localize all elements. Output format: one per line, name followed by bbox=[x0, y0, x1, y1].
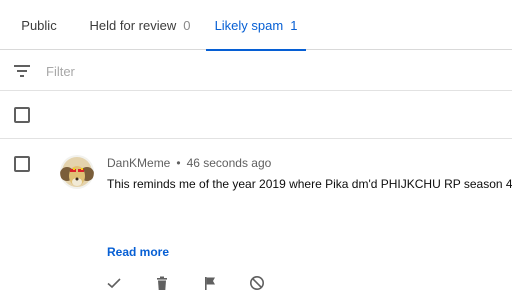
comment-time[interactable]: 46 seconds ago bbox=[187, 156, 272, 170]
flag-icon bbox=[205, 277, 215, 290]
tab-held-count: 0 bbox=[183, 17, 191, 33]
tab-held-label: Held for review bbox=[89, 17, 177, 33]
filter-bar bbox=[0, 50, 512, 91]
read-more-link[interactable]: Read more bbox=[107, 245, 169, 259]
comment-text: This reminds me of the year 2019 where P… bbox=[107, 177, 512, 191]
delete-button[interactable] bbox=[153, 274, 171, 292]
comment-checkbox[interactable] bbox=[14, 156, 30, 172]
tab-public-label: Public bbox=[21, 17, 57, 33]
select-all-checkbox[interactable] bbox=[14, 107, 30, 123]
tab-spam-label: Likely spam bbox=[214, 17, 284, 33]
block-button[interactable] bbox=[248, 274, 266, 292]
block-icon bbox=[250, 276, 264, 290]
tab-spam-count: 1 bbox=[290, 17, 298, 33]
select-all-row bbox=[0, 91, 512, 139]
trash-icon bbox=[157, 276, 167, 290]
approve-button[interactable] bbox=[105, 274, 123, 292]
comments-panel: Public Held for review 0 Likely spam 1 F… bbox=[0, 0, 512, 300]
filter-icon[interactable] bbox=[13, 62, 31, 80]
tab-held-for-review[interactable]: Held for review 0 bbox=[84, 0, 196, 50]
comment-item: DanKMeme • 46 seconds ago This reminds me … bbox=[0, 139, 512, 300]
comment-tabs: Public Held for review 0 Likely spam 1 bbox=[0, 0, 512, 51]
filter-input[interactable] bbox=[46, 60, 486, 82]
tab-public[interactable]: Public bbox=[14, 0, 64, 50]
check-icon bbox=[107, 278, 121, 289]
report-button[interactable] bbox=[201, 274, 219, 292]
meta-separator: • bbox=[176, 156, 181, 170]
doge-avatar-icon bbox=[60, 155, 94, 189]
comment-author[interactable]: DanKMeme bbox=[107, 156, 170, 170]
avatar[interactable] bbox=[60, 155, 94, 189]
tab-likely-spam[interactable]: Likely spam 1 bbox=[206, 0, 306, 51]
comment-meta: DanKMeme • 46 seconds ago bbox=[107, 156, 271, 170]
